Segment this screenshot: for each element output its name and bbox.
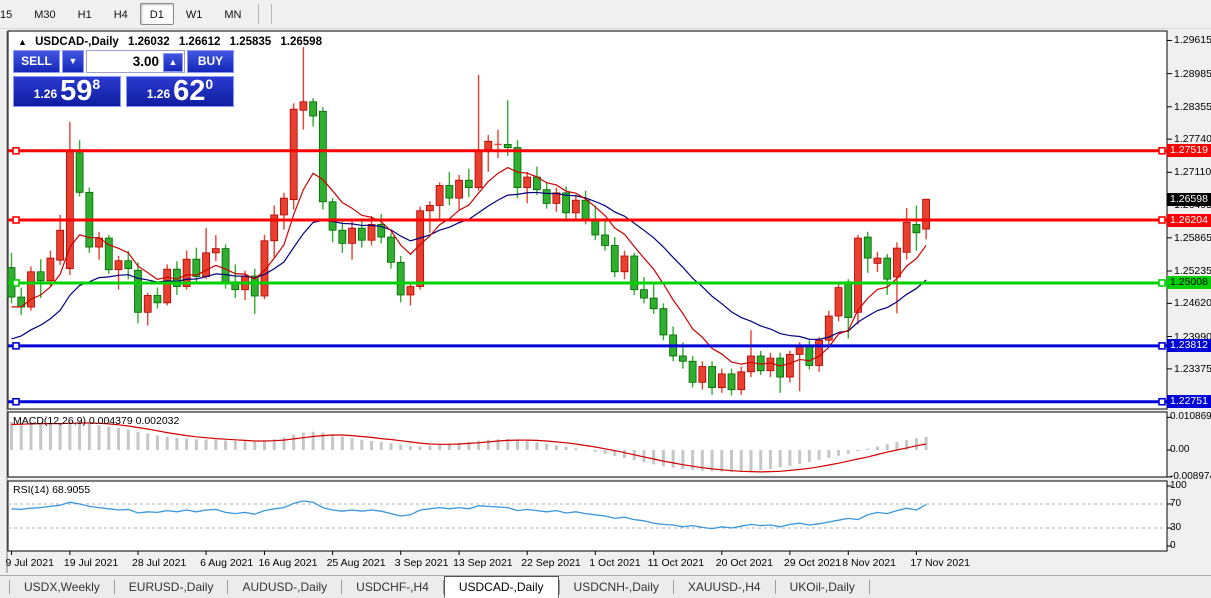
date-axis-label: 9 Jul 2021 xyxy=(5,557,54,569)
line-drag-handle[interactable] xyxy=(12,146,20,155)
line-drag-handle[interactable] xyxy=(12,342,20,350)
tab-item-ukoil-daily[interactable]: UKOil-,Daily xyxy=(776,576,869,598)
tab-item-usdcnh-daily[interactable]: USDCNH-,Daily xyxy=(560,576,673,598)
price-axis-tick: 1.29615 xyxy=(1174,34,1211,47)
line-drag-handle[interactable] xyxy=(1158,146,1166,155)
line-drag-handle[interactable] xyxy=(1158,279,1166,287)
date-axis-label: 17 Nov 2021 xyxy=(910,557,970,569)
chevron-up-icon: ▲ xyxy=(168,56,178,67)
tab-item-usdx-weekly[interactable]: USDX,Weekly xyxy=(10,576,114,598)
date-axis-label: 1 Oct 2021 xyxy=(589,557,641,569)
date-axis-label: 19 Jul 2021 xyxy=(63,557,119,569)
date-axis-label: 25 Aug 2021 xyxy=(326,557,386,569)
chart-title: ▲ USDCAD-,Daily 1.26032 1.26612 1.25835 … xyxy=(18,36,322,48)
tab-item-usdchf-h4[interactable]: USDCHF-,H4 xyxy=(342,576,443,598)
price-axis-tick: 1.28985 xyxy=(1174,67,1211,80)
date-axis-label: 8 Nov 2021 xyxy=(842,557,896,569)
date-axis-label: 20 Oct 2021 xyxy=(715,557,773,569)
price-line-badge: 1.23812 xyxy=(1167,339,1211,353)
price-line-badge: 1.26204 xyxy=(1167,213,1211,227)
sell-button[interactable]: SELL xyxy=(13,50,60,73)
volume-field-wrap: ▲ xyxy=(86,50,185,73)
tab-item-usdcad-daily[interactable]: USDCAD-,Daily xyxy=(443,576,559,598)
line-drag-handle[interactable] xyxy=(1158,397,1166,406)
date-axis-label: 28 Jul 2021 xyxy=(131,557,187,569)
chevron-down-icon: ▼ xyxy=(68,56,78,66)
rsi-indicator-label: RSI(14) 68.9055 xyxy=(13,484,91,496)
rsi-axis-tick: 30 xyxy=(1170,522,1182,533)
buy-button[interactable]: BUY xyxy=(187,50,234,73)
line-drag-handle[interactable] xyxy=(1158,342,1166,350)
price-axis-tick: 1.27110 xyxy=(1174,166,1211,179)
date-axis-label: 11 Oct 2021 xyxy=(647,557,705,569)
tab-item-audusd-daily[interactable]: AUDUSD-,Daily xyxy=(228,576,341,598)
date-axis-label: 22 Sep 2021 xyxy=(521,557,581,569)
sell-price-prefix: 1.26 xyxy=(33,87,58,101)
price-axis-tick: 1.23375 xyxy=(1174,362,1211,375)
sell-price-display[interactable]: 1.26 59 8 xyxy=(13,76,121,107)
volume-decrease-button[interactable]: ▼ xyxy=(62,50,84,73)
tab-separator xyxy=(868,580,870,594)
line-drag-handle[interactable] xyxy=(12,216,20,224)
date-axis-label: 29 Oct 2021 xyxy=(783,557,842,569)
rsi-axis-tick: 0 xyxy=(1170,540,1176,551)
price-axis-tick: 1.25235 xyxy=(1174,264,1211,277)
buy-price-prefix: 1.26 xyxy=(146,87,171,101)
price-axis-tick: 1.28355 xyxy=(1174,100,1211,113)
price-axis-tick: 1.24620 xyxy=(1174,297,1211,310)
line-drag-handle[interactable] xyxy=(1158,216,1166,224)
date-axis-label: 6 Aug 2021 xyxy=(200,557,254,569)
volume-input[interactable] xyxy=(87,53,163,70)
ohlc-close: 1.26598 xyxy=(280,36,322,48)
date-axis-label: 13 Sep 2021 xyxy=(453,557,513,569)
price-axis-tick: 1.25865 xyxy=(1174,231,1211,244)
rsi-axis-tick: 100 xyxy=(1170,480,1187,491)
price-line-badge: 1.27519 xyxy=(1167,144,1211,158)
current-price-badge: 1.26598 xyxy=(1167,192,1211,206)
ohlc-open: 1.26032 xyxy=(128,36,170,48)
ohlc-low: 1.25835 xyxy=(229,36,272,48)
macd-pane xyxy=(7,411,1168,478)
line-drag-handle[interactable] xyxy=(12,279,20,287)
tab-stub xyxy=(0,580,10,594)
tab-item-eurusd-daily[interactable]: EURUSD-,Daily xyxy=(115,576,228,598)
price-line-badge: 1.25008 xyxy=(1167,276,1211,290)
rsi-pane xyxy=(7,480,1168,552)
one-click-trade-panel: SELL ▼ ▲ BUY 1.26 59 8 1.26 62 0 xyxy=(13,50,234,107)
buy-price-sup: 0 xyxy=(205,76,214,92)
rsi-axis-tick: 70 xyxy=(1170,498,1182,509)
macd-indicator-label: MACD(12,26,9) 0.004379 0.002032 xyxy=(13,415,180,427)
chart-symbol-label: USDCAD-,Daily xyxy=(35,36,119,48)
macd-axis-tick: 0.010869 xyxy=(1170,411,1211,423)
macd-axis-tick: 0.00 xyxy=(1170,444,1190,455)
line-drag-handle[interactable] xyxy=(12,397,20,406)
buy-price-display[interactable]: 1.26 62 0 xyxy=(126,76,234,107)
ohlc-high: 1.26612 xyxy=(178,36,221,48)
date-axis-label: 16 Aug 2021 xyxy=(258,557,318,569)
sell-price-big: 59 xyxy=(60,75,93,107)
symbol-tab-bar: USDX,Weekly EURUSD-,Daily AUDUSD-,Daily USD… xyxy=(0,575,1211,598)
date-axis-label: 3 Sep 2021 xyxy=(394,557,449,569)
volume-increase-button[interactable]: ▲ xyxy=(163,52,183,72)
sell-price-sup: 8 xyxy=(92,76,101,92)
collapse-chart-icon[interactable]: ▲ xyxy=(18,37,27,47)
buy-price-big: 62 xyxy=(173,75,206,107)
price-line-badge: 1.22751 xyxy=(1167,395,1211,409)
tab-item-xauusd-h4[interactable]: XAUUSD-,H4 xyxy=(674,576,775,598)
